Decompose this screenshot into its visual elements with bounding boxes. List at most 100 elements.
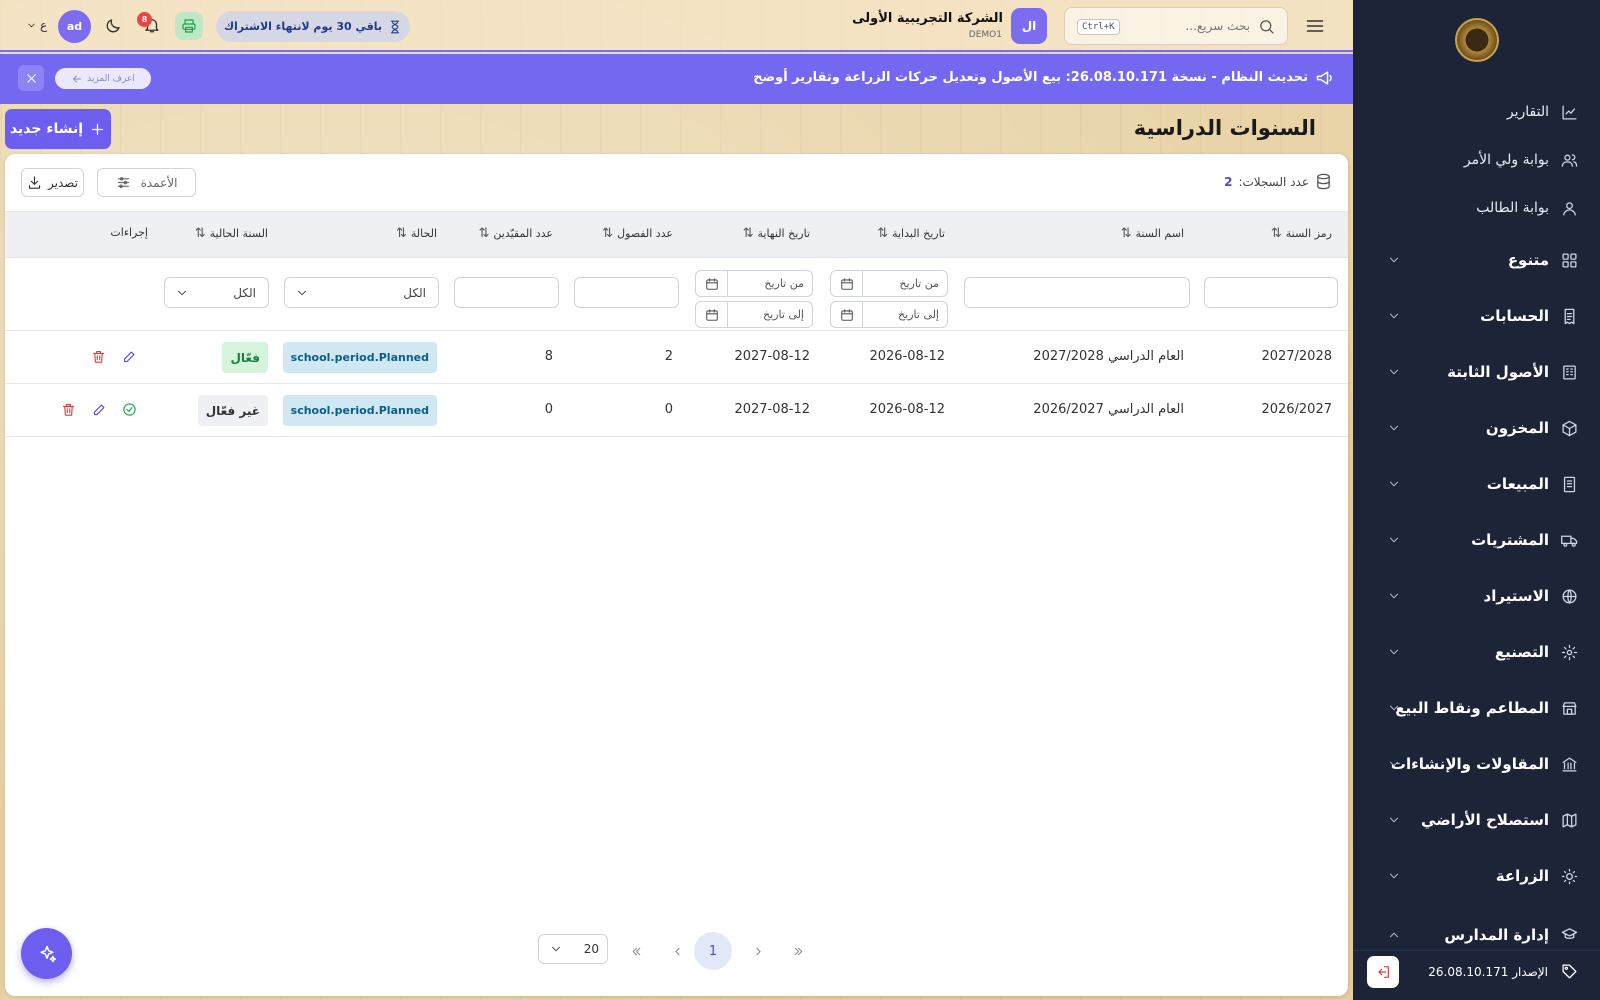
start-date-from-filter[interactable]: من تاريخ bbox=[830, 270, 948, 297]
pencil-icon bbox=[93, 404, 104, 415]
delete-button[interactable] bbox=[59, 400, 77, 418]
search-input[interactable] bbox=[1140, 19, 1250, 33]
classes-count-filter-input[interactable] bbox=[574, 277, 679, 308]
table-row[interactable]: 2026/2027 العام الدراسي 2026/2027 2026-0… bbox=[5, 384, 1348, 437]
sidebar-group-import[interactable]: الاستيراد bbox=[1353, 576, 1600, 616]
pagination: 1 20 bbox=[5, 932, 1348, 972]
export-button[interactable]: تصدير bbox=[21, 168, 84, 197]
sidebar-group-misc[interactable]: متنوع bbox=[1353, 240, 1600, 280]
end-date-to-filter[interactable]: إلى تاريخ bbox=[695, 301, 813, 328]
column-header-label: اسم السنة bbox=[1135, 227, 1184, 240]
announcement-banner: تحديث النظام - نسخة 26.08.10.171: بيع ال… bbox=[0, 54, 1353, 104]
edit-button[interactable] bbox=[120, 347, 138, 365]
enrolled-count-filter-input[interactable] bbox=[454, 277, 559, 308]
sidebar-group-school-management[interactable]: إدارة المدارس bbox=[1353, 914, 1600, 950]
trash-icon bbox=[92, 350, 104, 363]
calendar-button[interactable] bbox=[696, 302, 728, 327]
column-header-label: تاريخ البداية bbox=[892, 227, 945, 240]
sidebar-item-parent-portal[interactable]: بوابة ولي الأمر bbox=[1353, 140, 1600, 180]
columns-button[interactable]: الأعمدة bbox=[97, 168, 196, 197]
next-page-button[interactable] bbox=[664, 938, 690, 964]
sidebar-group-land-reclamation[interactable]: استصلاح الأراضي bbox=[1353, 800, 1600, 840]
column-header-enrolled-count[interactable]: عدد المقيّدين ⇅ bbox=[479, 226, 554, 241]
chevron-down-icon bbox=[1389, 481, 1399, 487]
printer-icon bbox=[182, 19, 196, 33]
column-header-label: تاريخ النهاية bbox=[757, 227, 811, 240]
chevron-right-icon bbox=[755, 947, 761, 955]
select-value: الكل bbox=[233, 286, 256, 300]
logout-button[interactable] bbox=[1367, 956, 1399, 988]
sidebar-group-purchases[interactable]: المشتريات bbox=[1353, 520, 1600, 560]
sidebar-group-manufacturing[interactable]: التصنيع bbox=[1353, 632, 1600, 672]
calendar-button[interactable] bbox=[696, 271, 728, 296]
moon-icon[interactable] bbox=[104, 17, 122, 35]
calendar-button[interactable] bbox=[831, 302, 863, 327]
current-year-badge: غير فعّال bbox=[197, 395, 268, 426]
company-avatar[interactable]: ال bbox=[1011, 8, 1047, 44]
first-page-button[interactable] bbox=[785, 938, 811, 964]
chevron-down-icon bbox=[1389, 369, 1399, 375]
hamburger-menu-icon[interactable] bbox=[1305, 16, 1325, 36]
sparkles-icon bbox=[39, 945, 56, 962]
previous-page-button[interactable] bbox=[745, 938, 771, 964]
column-header-end-date[interactable]: تاريخ النهاية ⇅ bbox=[743, 226, 810, 241]
column-header-classes-count[interactable]: عدد الفصول ⇅ bbox=[602, 226, 673, 241]
user-avatar[interactable]: ad bbox=[58, 10, 91, 43]
sidebar-group-label: متنوع bbox=[1507, 251, 1549, 269]
sidebar-group-inventory[interactable]: المخزون bbox=[1353, 408, 1600, 448]
end-date-from-filter[interactable]: من تاريخ bbox=[695, 270, 813, 297]
sidebar-group-restaurants-pos[interactable]: المطاعم ونقاط البيع bbox=[1353, 688, 1600, 728]
sidebar-group-agriculture[interactable]: الزراعة bbox=[1353, 856, 1600, 896]
search-icon bbox=[1260, 19, 1274, 34]
date-placeholder: إلى تاريخ bbox=[898, 308, 939, 321]
delete-button[interactable] bbox=[89, 347, 107, 365]
chevron-down-icon bbox=[551, 946, 561, 952]
year-name-filter-input[interactable] bbox=[964, 277, 1190, 308]
sidebar-group-sales[interactable]: المبيعات bbox=[1353, 464, 1600, 504]
cell-end-date: 2027-08-12 bbox=[734, 402, 810, 417]
edit-button[interactable] bbox=[90, 400, 108, 418]
year-code-filter-input[interactable] bbox=[1204, 277, 1338, 308]
print-button[interactable] bbox=[175, 12, 203, 40]
current-year-filter-select[interactable]: الكل bbox=[164, 277, 269, 308]
column-header-year-name[interactable]: اسم السنة ⇅ bbox=[1121, 226, 1184, 241]
sidebar-group-contracting[interactable]: المقاولات والإنشاءات bbox=[1353, 744, 1600, 784]
sidebar-group-accounts[interactable]: الحسابات bbox=[1353, 296, 1600, 336]
subscription-badge[interactable]: باقي 30 يوم لانتهاء الاشتراك bbox=[216, 11, 410, 42]
column-header-start-date[interactable]: تاريخ البداية ⇅ bbox=[877, 226, 945, 241]
last-page-button[interactable] bbox=[623, 938, 649, 964]
language-switcher[interactable]: ع bbox=[26, 18, 47, 32]
chevron-down-icon bbox=[1389, 593, 1399, 599]
ai-assistant-button[interactable] bbox=[21, 928, 72, 979]
column-header-actions: إجراءات bbox=[110, 226, 148, 239]
sidebar-group-label: الحسابات bbox=[1480, 307, 1549, 325]
chevron-down-icon bbox=[1389, 537, 1399, 543]
calendar-icon bbox=[840, 308, 853, 321]
globe-icon bbox=[1562, 588, 1577, 604]
sun-icon bbox=[1561, 868, 1578, 884]
chevron-down-icon bbox=[1389, 649, 1399, 655]
status-filter-select[interactable]: الكل bbox=[284, 277, 439, 308]
calendar-button[interactable] bbox=[831, 271, 863, 296]
column-header-year-code[interactable]: رمز السنة ⇅ bbox=[1271, 226, 1332, 241]
plus-icon bbox=[91, 123, 104, 135]
page-size-select[interactable]: 20 bbox=[538, 934, 608, 964]
search-box[interactable]: Ctrl+K bbox=[1064, 7, 1288, 45]
column-header-current-year[interactable]: السنة الحالية ⇅ bbox=[195, 226, 268, 241]
set-current-button[interactable] bbox=[120, 400, 138, 418]
cell-classes-count: 0 bbox=[664, 402, 673, 417]
sidebar-group-fixed-assets[interactable]: الأصول الثابتة bbox=[1353, 352, 1600, 392]
table-row[interactable]: 2027/2028 العام الدراسي 2027/2028 2026-0… bbox=[5, 331, 1348, 384]
sidebar-item-reports[interactable]: التقارير bbox=[1353, 92, 1600, 132]
current-page-button[interactable]: 1 bbox=[694, 932, 732, 970]
column-header-status[interactable]: الحالة ⇅ bbox=[396, 226, 437, 241]
learn-more-button[interactable]: اعرف المزيد bbox=[55, 68, 151, 89]
create-new-button[interactable]: إنشاء جديد bbox=[5, 109, 111, 149]
close-announcement-button[interactable] bbox=[18, 65, 44, 91]
sort-icon: ⇅ bbox=[395, 226, 407, 241]
sidebar-item-student-portal[interactable]: بوابة الطالب bbox=[1353, 188, 1600, 228]
company-logo[interactable] bbox=[1455, 18, 1499, 62]
cell-start-date: 2026-08-12 bbox=[869, 349, 945, 364]
hourglass-icon bbox=[391, 20, 400, 33]
start-date-to-filter[interactable]: إلى تاريخ bbox=[830, 301, 948, 328]
